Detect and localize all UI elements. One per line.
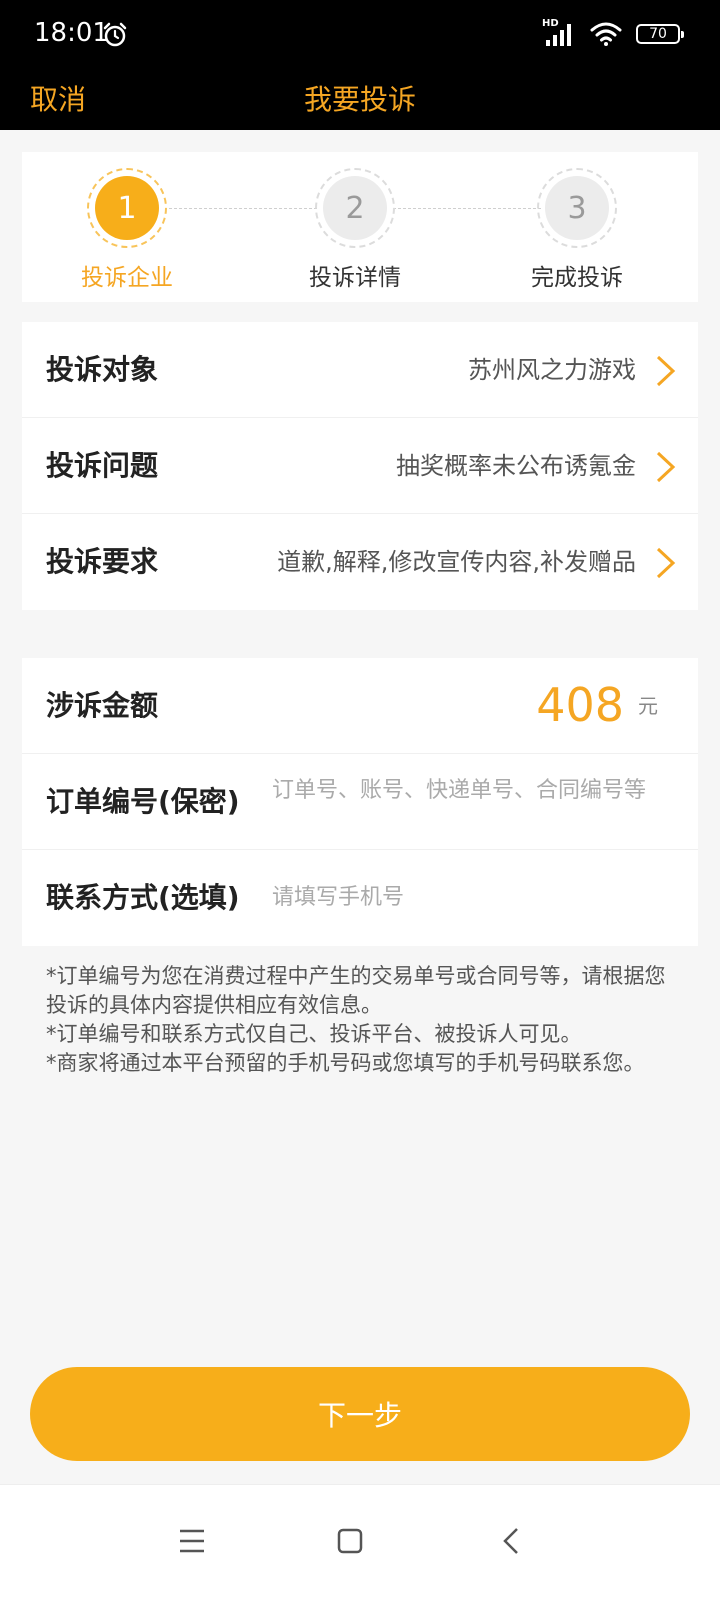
complaint-target-label: 投诉对象 bbox=[46, 353, 159, 386]
back-icon[interactable] bbox=[492, 1521, 532, 1561]
amount-unit: 元 bbox=[638, 694, 658, 718]
complaint-demand-label: 投诉要求 bbox=[46, 545, 159, 578]
complaint-demand-value: 道歉,解释,修改宣传内容,补发赠品 bbox=[277, 548, 636, 576]
step-label: 完成投诉 bbox=[531, 265, 623, 291]
complaint-target-value: 苏州风之力游戏 bbox=[468, 356, 636, 384]
wifi-icon bbox=[590, 22, 622, 46]
system-nav-bar bbox=[0, 1484, 720, 1600]
home-icon[interactable] bbox=[330, 1521, 370, 1561]
step-number: 3 bbox=[545, 176, 609, 240]
nav-bar: 我要投诉 取消 bbox=[0, 70, 720, 130]
top-bar: 18:01 HD 70 我要投诉 取消 bbox=[0, 0, 720, 130]
chevron-right-icon bbox=[656, 451, 676, 483]
complaint-issue-label: 投诉问题 bbox=[46, 449, 159, 482]
complaint-details-card: 涉诉金额 408 元 订单编号(保密) 订单号、账号、快递单号、合同编号等 联系… bbox=[22, 658, 698, 946]
step-number: 2 bbox=[323, 176, 387, 240]
amount-row[interactable]: 涉诉金额 408 元 bbox=[22, 658, 698, 754]
complaint-issue-row[interactable]: 投诉问题 抽奖概率未公布诱氪金 bbox=[22, 418, 698, 514]
note-line: *订单编号和联系方式仅自己、投诉平台、被投诉人可见。 bbox=[46, 1022, 582, 1046]
amount-label: 涉诉金额 bbox=[46, 689, 159, 722]
status-time: 18:01 bbox=[34, 18, 109, 48]
step-number: 1 bbox=[95, 176, 159, 240]
chevron-right-icon bbox=[656, 547, 676, 579]
cancel-button[interactable]: 取消 bbox=[30, 70, 86, 130]
step-2: 2 投诉详情 bbox=[265, 168, 445, 292]
step-label: 投诉企业 bbox=[81, 265, 173, 291]
notes: *订单编号为您在消费过程中产生的交易单号或合同号等，请根据您投诉的具体内容提供相… bbox=[46, 962, 676, 1078]
complaint-info-card: 投诉对象 苏州风之力游戏 投诉问题 抽奖概率未公布诱氪金 投诉要求 道歉,解释,… bbox=[22, 322, 698, 610]
contact-phone-input[interactable]: 请填写手机号 bbox=[272, 885, 672, 911]
battery-icon: 70 bbox=[636, 24, 684, 44]
complaint-demand-row[interactable]: 投诉要求 道歉,解释,修改宣传内容,补发赠品 bbox=[22, 514, 698, 610]
system-icons: HD 70 bbox=[542, 18, 684, 48]
menu-icon[interactable] bbox=[172, 1521, 212, 1561]
amount-value[interactable]: 408 bbox=[536, 670, 624, 740]
contact-row[interactable]: 联系方式(选填) 请填写手机号 bbox=[22, 850, 698, 946]
contact-label: 联系方式(选填) bbox=[46, 881, 240, 914]
progress-stepper: 1 投诉企业 2 投诉详情 3 完成投诉 bbox=[22, 152, 698, 302]
battery-level: 70 bbox=[649, 26, 667, 42]
order-number-row[interactable]: 订单编号(保密) 订单号、账号、快递单号、合同编号等 bbox=[22, 754, 698, 850]
page-title: 我要投诉 bbox=[303, 83, 416, 116]
step-label: 投诉详情 bbox=[309, 265, 401, 291]
note-line: *订单编号为您在消费过程中产生的交易单号或合同号等，请根据您投诉的具体内容提供相… bbox=[46, 964, 666, 1017]
alarm-icon bbox=[103, 22, 127, 47]
order-number-label: 订单编号(保密) bbox=[46, 785, 240, 818]
next-step-button[interactable]: 下一步 bbox=[30, 1367, 690, 1461]
cell-signal-icon: HD bbox=[542, 18, 576, 48]
complaint-issue-value: 抽奖概率未公布诱氪金 bbox=[396, 452, 636, 480]
order-number-input[interactable]: 订单号、账号、快递单号、合同编号等 bbox=[272, 778, 672, 804]
step-3: 3 完成投诉 bbox=[487, 168, 667, 292]
status-bar: 18:01 HD 70 bbox=[0, 0, 720, 70]
step-1: 1 投诉企业 bbox=[37, 168, 217, 292]
complaint-target-row[interactable]: 投诉对象 苏州风之力游戏 bbox=[22, 322, 698, 418]
chevron-right-icon bbox=[656, 355, 676, 387]
note-line: *商家将通过本平台预留的手机号码或您填写的手机号码联系您。 bbox=[46, 1051, 645, 1075]
